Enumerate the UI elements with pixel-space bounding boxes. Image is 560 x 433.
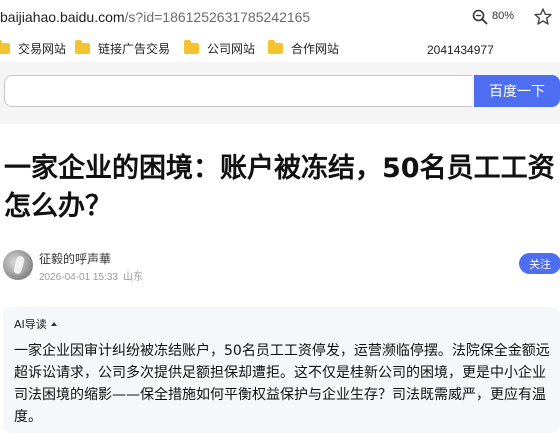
ai-summary-label: AI导读 xyxy=(14,318,47,331)
zoom-icon[interactable] xyxy=(471,8,489,26)
url-host: baijiahao.baidu.com xyxy=(0,9,125,25)
bookmark-item[interactable]: 合作网站 xyxy=(268,39,340,56)
author-name[interactable]: 征毅的呼声華 xyxy=(39,250,111,267)
bookmark-label: 合作网站 xyxy=(291,41,340,56)
avatar[interactable] xyxy=(3,250,33,280)
follow-button[interactable]: 关注 xyxy=(519,253,560,274)
article-title: 一家企业的困境：账户被冻结，50名员工工资怎么办？ xyxy=(4,153,555,222)
ai-summary-text: 一家企业因审计纠纷被冻结账户，50名员工工资停发，运营濒临停摆。法院保全金额远超… xyxy=(14,343,550,425)
ai-summary-toggle[interactable]: AI导读 xyxy=(14,316,57,332)
url-path: /s?id=1861252631785242165 xyxy=(124,9,311,25)
bookmark-number[interactable]: 2041434977 xyxy=(427,43,494,57)
zoom-level: 80% xyxy=(492,10,515,22)
folder-icon xyxy=(184,39,199,54)
bookmark-label: 交易网站 xyxy=(18,41,67,56)
bookmark-item[interactable]: 公司网站 xyxy=(184,39,256,56)
folder-icon xyxy=(75,39,90,54)
search-button[interactable]: 百度一下 xyxy=(474,75,560,107)
bookmark-item[interactable]: 交易网站 xyxy=(0,39,67,56)
folder-icon xyxy=(268,39,283,54)
folder-icon xyxy=(0,39,10,54)
address-bar[interactable]: baijiahao.baidu.com/s?id=186125263178524… xyxy=(0,0,560,34)
caret-up-icon xyxy=(50,322,57,326)
publish-location: 山东 xyxy=(122,272,143,283)
publish-date: 2026-04-01 15:33 xyxy=(39,272,118,283)
bookmark-label: 链接广告交易 xyxy=(98,41,171,56)
ai-summary-box: AI导读 一家企业因审计纠纷被冻结账户，50名员工工资停发，运营濒临停摆。法院保… xyxy=(3,307,560,433)
bookmark-item[interactable]: 链接广告交易 xyxy=(75,39,171,56)
search-input[interactable] xyxy=(4,75,472,107)
star-icon[interactable] xyxy=(533,7,553,27)
search-area: 百度一下 xyxy=(0,62,560,124)
article-meta: 2026-04-01 15:33 山东 xyxy=(39,268,143,283)
url-text[interactable]: baijiahao.baidu.com/s?id=186125263178524… xyxy=(0,9,310,25)
bookmark-label: 公司网站 xyxy=(207,41,256,56)
